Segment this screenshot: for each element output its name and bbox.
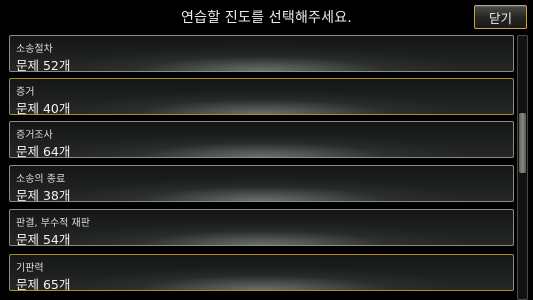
page-title: 연습할 진도를 선택해주세요.	[181, 10, 352, 26]
item-title: 소송절차	[16, 44, 53, 55]
scrollbar[interactable]	[517, 35, 528, 300]
item-title: 기판력	[16, 263, 44, 274]
item-count: 문제 52개	[16, 58, 71, 73]
list-item-1[interactable]: 증거 문제 40개	[9, 78, 514, 116]
item-count: 문제 64개	[16, 144, 71, 159]
item-title: 소송의 종료	[16, 174, 66, 185]
item-count: 문제 40개	[16, 101, 71, 116]
scrollbar-thumb[interactable]	[519, 113, 526, 173]
item-title: 판결, 부수적 재판	[16, 218, 90, 229]
close-button[interactable]: 닫기	[474, 5, 527, 29]
list-item-4[interactable]: 판결, 부수적 재판 문제 54개	[9, 209, 514, 247]
list-item-3[interactable]: 소송의 종료 문제 38개	[9, 165, 514, 203]
header-bar: 연습할 진도를 선택해주세요. 닫기	[0, 0, 533, 34]
item-count: 문제 65개	[16, 277, 71, 292]
list-item-2[interactable]: 증거조사 문제 64개	[9, 121, 514, 159]
chapter-list[interactable]: 소송절차 문제 52개 증거 문제 40개 증거조사 문제 64개 소송의 종료…	[9, 35, 514, 300]
item-title: 증거조사	[16, 130, 53, 141]
screen: 연습할 진도를 선택해주세요. 닫기 소송절차 문제 52개 증거 문제 40개…	[0, 0, 533, 300]
item-count: 문제 54개	[16, 232, 71, 247]
list-item-0[interactable]: 소송절차 문제 52개	[9, 35, 514, 73]
item-count: 문제 38개	[16, 188, 71, 203]
list-item-5[interactable]: 기판력 문제 65개	[9, 254, 514, 292]
item-title: 증거	[16, 87, 35, 98]
